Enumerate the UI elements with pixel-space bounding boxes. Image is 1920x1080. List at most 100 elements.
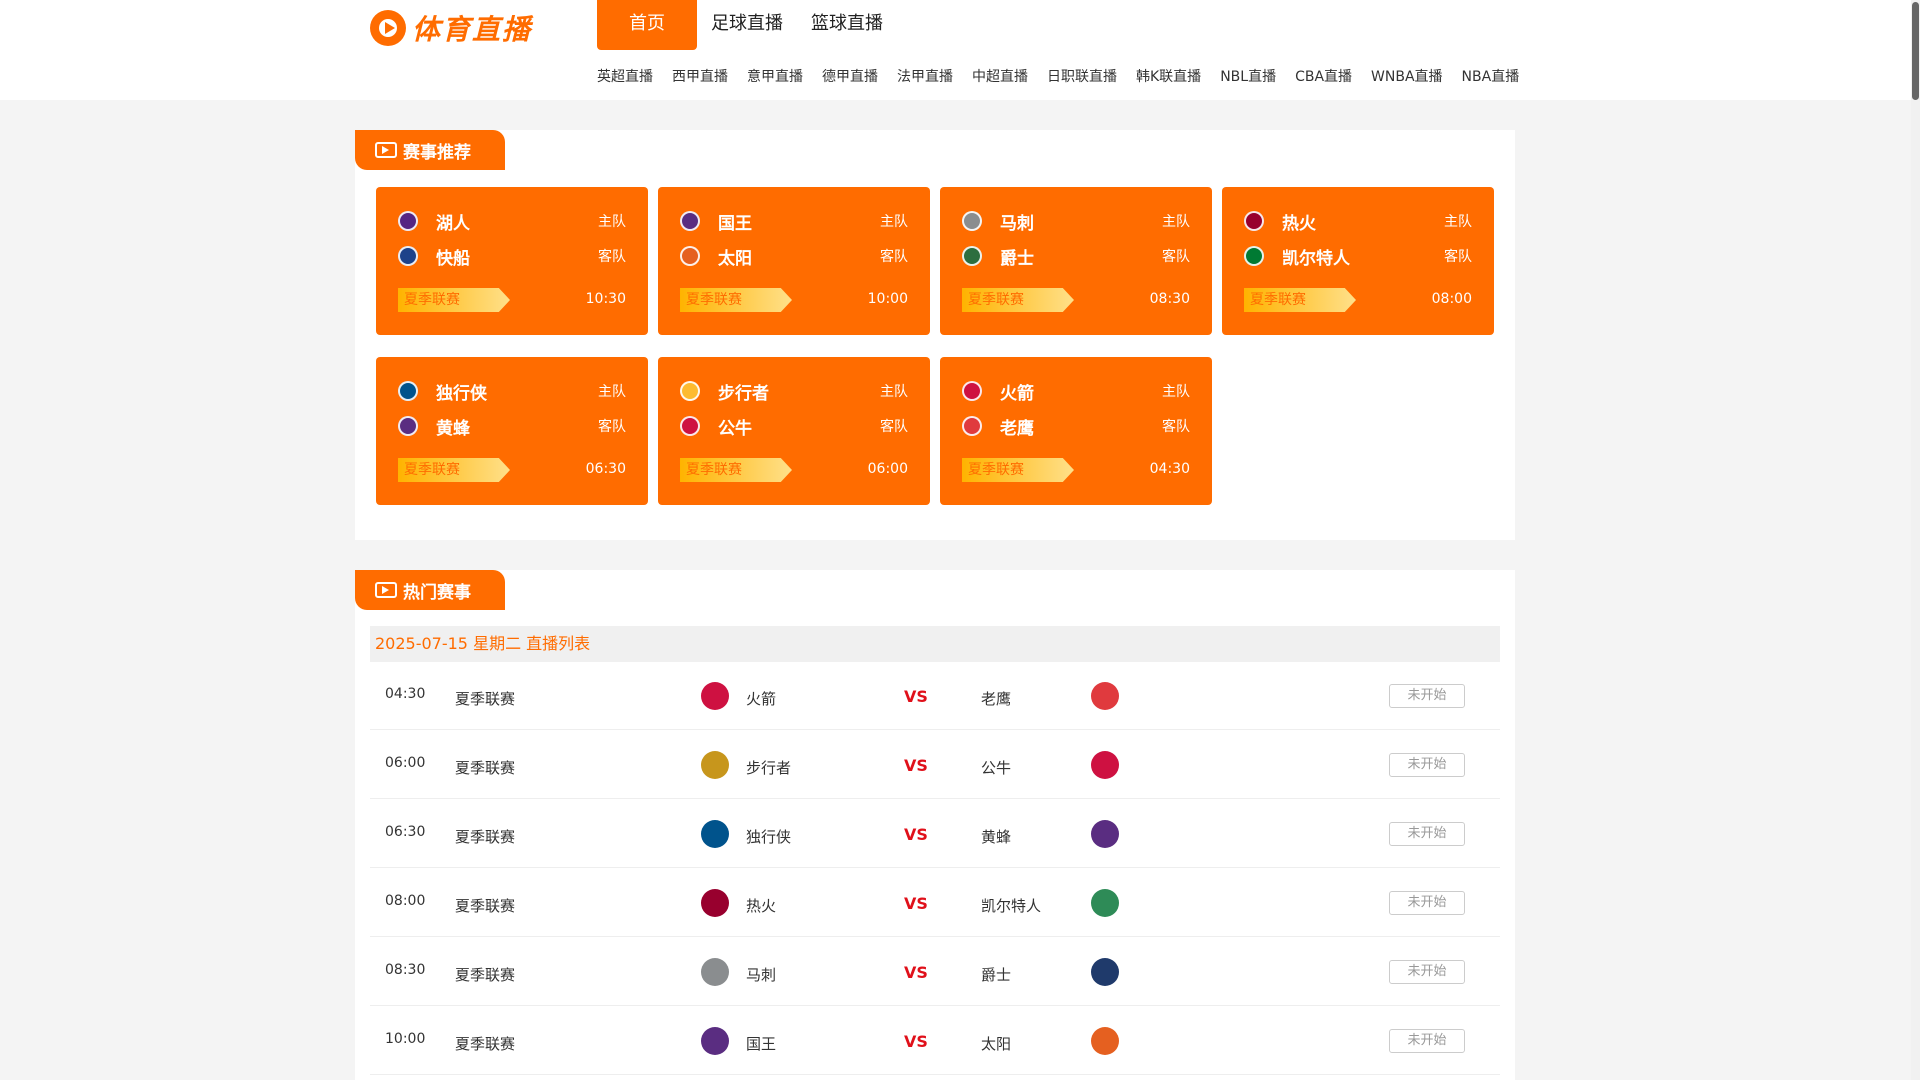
league-tag: 夏季联赛 — [962, 288, 1074, 312]
away-team-name: 老鹰 — [981, 690, 1012, 708]
match-card[interactable]: 湖人 主队 快船 客队 夏季联赛 10:30 — [376, 187, 648, 335]
away-team-logo-icon — [1244, 246, 1264, 266]
home-team-logo-icon — [962, 381, 982, 401]
away-label: 客队 — [1162, 249, 1190, 265]
home-label: 主队 — [1444, 214, 1472, 230]
match-card[interactable]: 火箭 主队 老鹰 客队 夏季联赛 04:30 — [940, 357, 1212, 505]
home-team-name: 马刺 — [1000, 213, 1034, 234]
recommend-tab: 赛事推荐 — [355, 130, 505, 170]
video-camera-icon — [375, 142, 397, 158]
away-team-row: 老鹰 客队 — [962, 414, 1190, 439]
away-team-row: 快船 客队 — [398, 244, 626, 269]
away-team-logo-icon — [1091, 682, 1119, 710]
home-team-logo-icon — [701, 889, 729, 917]
table-row[interactable]: 10:00 夏季联赛 国王 VS 太阳 未开始 — [370, 1007, 1500, 1075]
home-team-name: 火箭 — [746, 690, 777, 708]
match-card[interactable]: 马刺 主队 爵士 客队 夏季联赛 08:30 — [940, 187, 1212, 335]
away-team-row: 公牛 客队 — [680, 414, 908, 439]
away-team-name: 凯尔特人 — [1282, 248, 1350, 269]
nav-football[interactable]: 足球直播 — [697, 0, 797, 50]
home-team-name: 独行侠 — [746, 828, 792, 846]
subnav-item[interactable]: 意甲直播 — [747, 66, 803, 86]
match-card[interactable]: 步行者 主队 公牛 客队 夏季联赛 06:00 — [658, 357, 930, 505]
away-team-name: 太阳 — [718, 248, 752, 269]
away-team-logo-icon — [962, 246, 982, 266]
subnav-item[interactable]: NBA直播 — [1462, 66, 1520, 86]
status-button[interactable]: 未开始 — [1389, 684, 1465, 708]
league-tag: 夏季联赛 — [680, 288, 792, 312]
away-label: 客队 — [598, 249, 626, 265]
league-name: 夏季联赛 — [455, 828, 516, 846]
subnav-item[interactable]: 中超直播 — [972, 66, 1028, 86]
table-row[interactable]: 08:30 夏季联赛 马刺 VS 爵士 未开始 — [370, 938, 1500, 1006]
away-team-logo-icon — [1091, 889, 1119, 917]
match-card[interactable]: 国王 主队 太阳 客队 夏季联赛 10:00 — [658, 187, 930, 335]
home-team-name: 国王 — [746, 1035, 777, 1053]
home-team-logo-icon — [701, 751, 729, 779]
table-row[interactable]: 08:00 夏季联赛 热火 VS 凯尔特人 未开始 — [370, 869, 1500, 937]
away-team-name: 太阳 — [981, 1035, 1012, 1053]
status-button[interactable]: 未开始 — [1389, 1029, 1465, 1053]
away-team-name: 快船 — [436, 248, 470, 269]
away-team-name: 黄蜂 — [981, 828, 1012, 846]
match-card[interactable]: 独行侠 主队 黄蜂 客队 夏季联赛 06:30 — [376, 357, 648, 505]
status-button[interactable]: 未开始 — [1389, 891, 1465, 915]
home-team-logo-icon — [398, 211, 418, 231]
scrollbar-thumb[interactable] — [1912, 2, 1919, 100]
match-time: 08:30 — [385, 962, 426, 978]
away-team-name: 凯尔特人 — [981, 897, 1042, 915]
table-row[interactable]: 06:00 夏季联赛 步行者 VS 公牛 未开始 — [370, 731, 1500, 799]
subnav-item[interactable]: NBL直播 — [1220, 66, 1276, 86]
home-label: 主队 — [880, 384, 908, 400]
status-button[interactable]: 未开始 — [1389, 822, 1465, 846]
away-team-logo-icon — [1091, 751, 1119, 779]
home-team-logo-icon — [1244, 211, 1264, 231]
home-team-logo-icon — [680, 211, 700, 231]
league-name: 夏季联赛 — [455, 1035, 516, 1053]
subnav-item[interactable]: 日职联直播 — [1047, 66, 1117, 86]
table-row[interactable]: 06:30 夏季联赛 独行侠 VS 黄蜂 未开始 — [370, 800, 1500, 868]
subnav-item[interactable]: 法甲直播 — [897, 66, 953, 86]
recommend-panel: 赛事推荐 湖人 主队 快船 客队 夏季联赛 10:30 国王 主队 太阳 客队 夏季联赛 10:00 马… — [355, 130, 1515, 540]
site-header: 体育直播 首页 足球直播 篮球直播 英超直播 西甲直播 意甲直播 德甲直播 法甲… — [0, 0, 1911, 100]
hot-panel: 热门赛事 2025-07-15 星期二 直播列表 04:30 夏季联赛 火箭 VS 老鹰… — [355, 570, 1515, 1080]
away-team-logo-icon — [1091, 1027, 1119, 1055]
subnav-item[interactable]: 英超直播 — [597, 66, 653, 86]
subnav-item[interactable]: CBA直播 — [1295, 66, 1352, 86]
logo-text: 体育直播 — [412, 13, 533, 46]
table-row[interactable]: 04:30 夏季联赛 火箭 VS 老鹰 未开始 — [370, 662, 1500, 730]
home-team-name: 步行者 — [746, 759, 792, 777]
home-team-row: 火箭 主队 — [962, 379, 1190, 404]
match-time: 06:30 — [585, 461, 626, 477]
away-team-logo-icon — [398, 416, 418, 436]
nav-basketball[interactable]: 篮球直播 — [797, 0, 897, 50]
home-team-logo-icon — [701, 1027, 729, 1055]
away-team-logo-icon — [398, 246, 418, 266]
away-team-row: 黄蜂 客队 — [398, 414, 626, 439]
subnav-item[interactable]: WNBA直播 — [1371, 66, 1443, 86]
away-team-logo-icon — [680, 416, 700, 436]
subnav-item[interactable]: 西甲直播 — [672, 66, 728, 86]
status-button[interactable]: 未开始 — [1389, 753, 1465, 777]
away-team-name: 公牛 — [981, 759, 1012, 777]
match-card[interactable]: 热火 主队 凯尔特人 客队 夏季联赛 08:00 — [1222, 187, 1494, 335]
match-time: 08:00 — [385, 893, 426, 909]
away-team-row: 爵士 客队 — [962, 244, 1190, 269]
main-nav: 首页 足球直播 篮球直播 — [597, 0, 897, 50]
vs-label: VS — [904, 825, 928, 844]
away-label: 客队 — [598, 419, 626, 435]
league-name: 夏季联赛 — [455, 966, 516, 984]
match-time: 06:00 — [385, 755, 426, 771]
home-team-row: 热火 主队 — [1244, 209, 1472, 234]
page-scrollbar[interactable] — [1911, 0, 1920, 1080]
home-team-logo-icon — [701, 682, 729, 710]
away-team-name: 黄蜂 — [436, 418, 470, 439]
subnav-item[interactable]: 德甲直播 — [822, 66, 878, 86]
status-button[interactable]: 未开始 — [1389, 960, 1465, 984]
home-team-logo-icon — [701, 820, 729, 848]
home-team-name: 热火 — [746, 897, 777, 915]
subnav-item[interactable]: 韩K联直播 — [1136, 66, 1201, 86]
site-logo[interactable]: 体育直播 — [370, 8, 532, 48]
nav-home[interactable]: 首页 — [597, 0, 697, 50]
home-label: 主队 — [880, 214, 908, 230]
